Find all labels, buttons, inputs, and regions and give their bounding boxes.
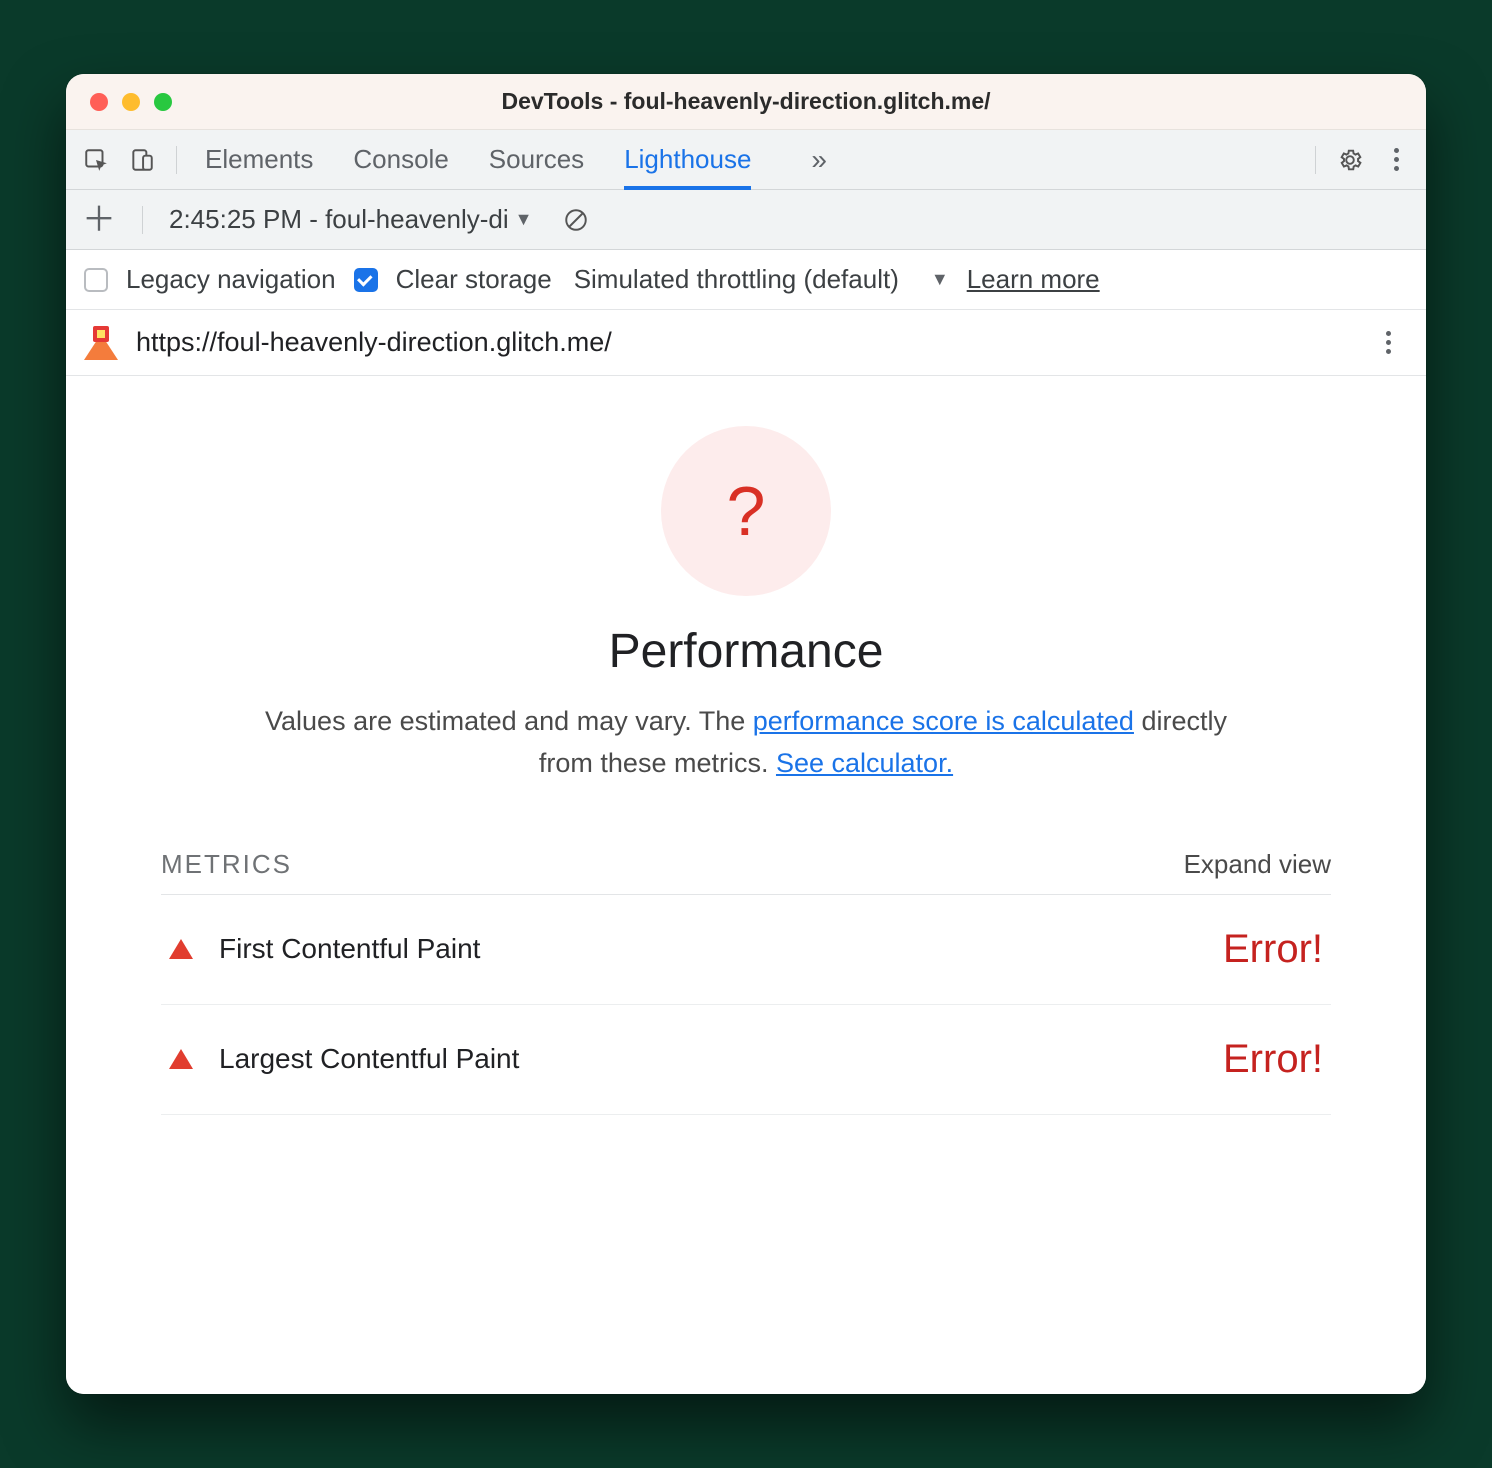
legacy-navigation-checkbox[interactable]	[84, 268, 108, 292]
report-content: ? Performance Values are estimated and m…	[66, 376, 1426, 1394]
tab-console[interactable]: Console	[353, 132, 448, 188]
inspect-icon[interactable]	[76, 140, 116, 180]
report-url-bar: https://foul-heavenly-direction.glitch.m…	[66, 310, 1426, 376]
clear-storage-label: Clear storage	[396, 264, 552, 295]
metric-value: Error!	[1223, 927, 1323, 972]
error-triangle-icon	[169, 939, 193, 959]
close-window-button[interactable]	[90, 93, 108, 111]
metric-row[interactable]: First Contentful Paint Error!	[161, 895, 1331, 1005]
performance-score-link[interactable]: performance score is calculated	[753, 706, 1134, 736]
lighthouse-toolbar: ＋ 2:45:25 PM - foul-heavenly-di ▼	[66, 190, 1426, 250]
learn-more-link[interactable]: Learn more	[967, 264, 1100, 295]
lighthouse-icon	[84, 326, 118, 360]
separator	[142, 206, 143, 234]
new-report-button[interactable]: ＋	[82, 203, 116, 237]
report-url: https://foul-heavenly-direction.glitch.m…	[136, 327, 612, 358]
clear-report-icon[interactable]	[556, 200, 596, 240]
separator	[176, 146, 177, 174]
panel-tabs: Elements Console Sources Lighthouse »	[205, 132, 827, 188]
separator	[1315, 146, 1316, 174]
report-selector[interactable]: 2:45:25 PM - foul-heavenly-di ▼	[169, 204, 532, 235]
zoom-window-button[interactable]	[154, 93, 172, 111]
tab-lighthouse[interactable]: Lighthouse	[624, 134, 751, 190]
legacy-navigation-label: Legacy navigation	[126, 264, 336, 295]
report-menu-icon[interactable]	[1368, 323, 1408, 363]
error-triangle-icon	[169, 1049, 193, 1069]
devtools-tabsrow: Elements Console Sources Lighthouse »	[66, 130, 1426, 190]
tab-elements[interactable]: Elements	[205, 132, 313, 188]
settings-gear-icon[interactable]	[1330, 140, 1370, 180]
throttling-label: Simulated throttling (default)	[574, 264, 899, 295]
tab-sources[interactable]: Sources	[489, 132, 584, 188]
metrics-label: METRICS	[161, 849, 292, 880]
desc-text: Values are estimated and may vary. The	[265, 706, 753, 736]
minimize-window-button[interactable]	[122, 93, 140, 111]
report-timestamp: 2:45:25 PM - foul-heavenly-di	[169, 204, 509, 235]
more-tabs-icon[interactable]: »	[811, 144, 827, 176]
chevron-down-icon: ▼	[931, 269, 949, 290]
chevron-down-icon: ▼	[515, 209, 533, 230]
metrics-header: METRICS Expand view	[161, 835, 1331, 895]
titlebar: DevTools - foul-heavenly-direction.glitc…	[66, 74, 1426, 130]
devtools-window: DevTools - foul-heavenly-direction.glitc…	[66, 74, 1426, 1394]
metric-row[interactable]: Largest Contentful Paint Error!	[161, 1005, 1331, 1115]
traffic-lights	[66, 93, 172, 111]
see-calculator-link[interactable]: See calculator.	[776, 748, 953, 778]
metric-name: Largest Contentful Paint	[219, 1043, 519, 1075]
more-options-icon[interactable]	[1376, 140, 1416, 180]
window-title: DevTools - foul-heavenly-direction.glitc…	[66, 88, 1426, 115]
performance-score-gauge[interactable]: ?	[661, 426, 831, 596]
throttling-select[interactable]: Simulated throttling (default) ▼	[574, 264, 949, 295]
lighthouse-options: Legacy navigation Clear storage Simulate…	[66, 250, 1426, 310]
device-toolbar-icon[interactable]	[122, 140, 162, 180]
score-value: ?	[727, 471, 766, 551]
metric-name: First Contentful Paint	[219, 933, 480, 965]
performance-description: Values are estimated and may vary. The p…	[246, 701, 1246, 785]
performance-title: Performance	[161, 624, 1331, 679]
metric-value: Error!	[1223, 1037, 1323, 1082]
clear-storage-checkbox[interactable]	[354, 268, 378, 292]
expand-view-toggle[interactable]: Expand view	[1184, 849, 1331, 880]
